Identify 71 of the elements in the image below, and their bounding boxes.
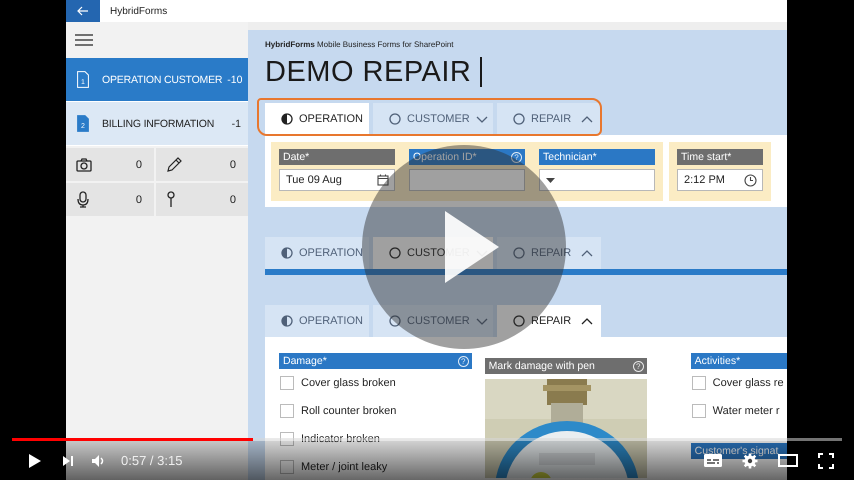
nav-label: OPERATION CUSTOMER xyxy=(102,74,222,86)
back-button[interactable] xyxy=(66,0,100,22)
checkbox[interactable] xyxy=(280,376,294,390)
text-cursor xyxy=(480,57,482,87)
checkbox-label: Roll counter broken xyxy=(301,405,396,417)
section-tab[interactable]: CUSTOMER xyxy=(373,305,493,337)
subtitles-icon[interactable] xyxy=(704,454,722,467)
help-icon[interactable]: ? xyxy=(511,152,522,162)
checkbox-label: Indicator broken xyxy=(301,433,380,445)
checkbox[interactable] xyxy=(280,432,294,446)
counter-tile[interactable]: 0 xyxy=(156,148,248,181)
checkbox-label: Cover glass re xyxy=(712,377,784,389)
next-button[interactable] xyxy=(62,454,74,466)
input-field[interactable] xyxy=(409,169,525,191)
time-display: 0:57 / 3:15 xyxy=(121,453,182,468)
label-text: Damage* xyxy=(283,354,327,368)
label-text: Technician* xyxy=(543,150,597,164)
chevron-down-icon xyxy=(476,318,488,324)
label-text: Operation ID* xyxy=(413,150,477,164)
chevron-down-icon xyxy=(476,116,488,122)
dropdown[interactable] xyxy=(539,169,655,191)
section-tab[interactable]: REPAIR xyxy=(497,103,601,135)
play-button[interactable] xyxy=(28,452,42,468)
label-text: Activities* xyxy=(694,354,740,368)
nav-label: BILLING INFORMATION xyxy=(102,118,216,130)
input-field[interactable]: 2:12 PM xyxy=(677,169,763,191)
counter-value: 0 xyxy=(136,158,142,170)
form-title: DEMO REPAIR xyxy=(265,56,472,88)
label-text: Mark damage with pen xyxy=(488,359,595,373)
section-tab[interactable]: REPAIR xyxy=(497,305,601,337)
help-icon[interactable]: ? xyxy=(458,356,469,366)
chevron-up-icon xyxy=(581,250,593,256)
pin-icon xyxy=(166,191,176,208)
theater-mode-icon[interactable] xyxy=(778,454,798,467)
counter-value: 0 xyxy=(230,158,236,170)
app-title: HybridForms xyxy=(110,6,168,16)
chevron-up-icon xyxy=(581,318,593,324)
chevron-up-icon xyxy=(581,116,593,122)
counter-tile[interactable]: 0 xyxy=(66,148,154,181)
microphone-icon xyxy=(76,191,90,208)
camera-icon xyxy=(76,158,92,172)
calendar-icon[interactable] xyxy=(377,174,389,186)
counter-value: 0 xyxy=(230,194,236,206)
arrow-icon xyxy=(77,6,89,16)
nav-count: -10 xyxy=(227,74,242,86)
checkbox-label: Water meter r xyxy=(712,405,780,417)
brand-text: HybridForms Mobile Business Forms for SharePoint xyxy=(265,39,455,50)
label-text: Time start* xyxy=(681,150,732,164)
caret-icon xyxy=(546,178,555,182)
checkbox[interactable] xyxy=(280,460,294,474)
label-text: Customer's signat xyxy=(694,444,778,458)
counter-tile[interactable]: 0 xyxy=(156,183,248,216)
checkbox[interactable] xyxy=(280,404,294,418)
section-tab[interactable]: OPERATION xyxy=(265,237,369,269)
counter-value: 0 xyxy=(136,194,142,206)
fullscreen-icon[interactable] xyxy=(818,452,834,468)
pencil-icon xyxy=(166,156,182,172)
label-text: Date* xyxy=(283,150,310,164)
section-tab[interactable]: CUSTOMER xyxy=(373,103,493,135)
clock-icon[interactable] xyxy=(744,174,757,186)
nav-count: -1 xyxy=(232,118,241,130)
checkbox[interactable] xyxy=(692,404,706,418)
section-tab[interactable]: OPERATION xyxy=(265,103,369,135)
menu-icon[interactable] xyxy=(75,34,93,46)
counter-tile[interactable]: 0 xyxy=(66,183,154,216)
help-icon[interactable]: ? xyxy=(632,360,644,372)
checkbox[interactable] xyxy=(692,376,706,390)
input-field[interactable]: Tue 09 Aug xyxy=(279,169,395,191)
checkbox-label: Meter / joint leaky xyxy=(301,461,388,473)
checkbox-label: Cover glass broken xyxy=(301,377,396,389)
section-tab[interactable]: OPERATION xyxy=(265,305,369,337)
